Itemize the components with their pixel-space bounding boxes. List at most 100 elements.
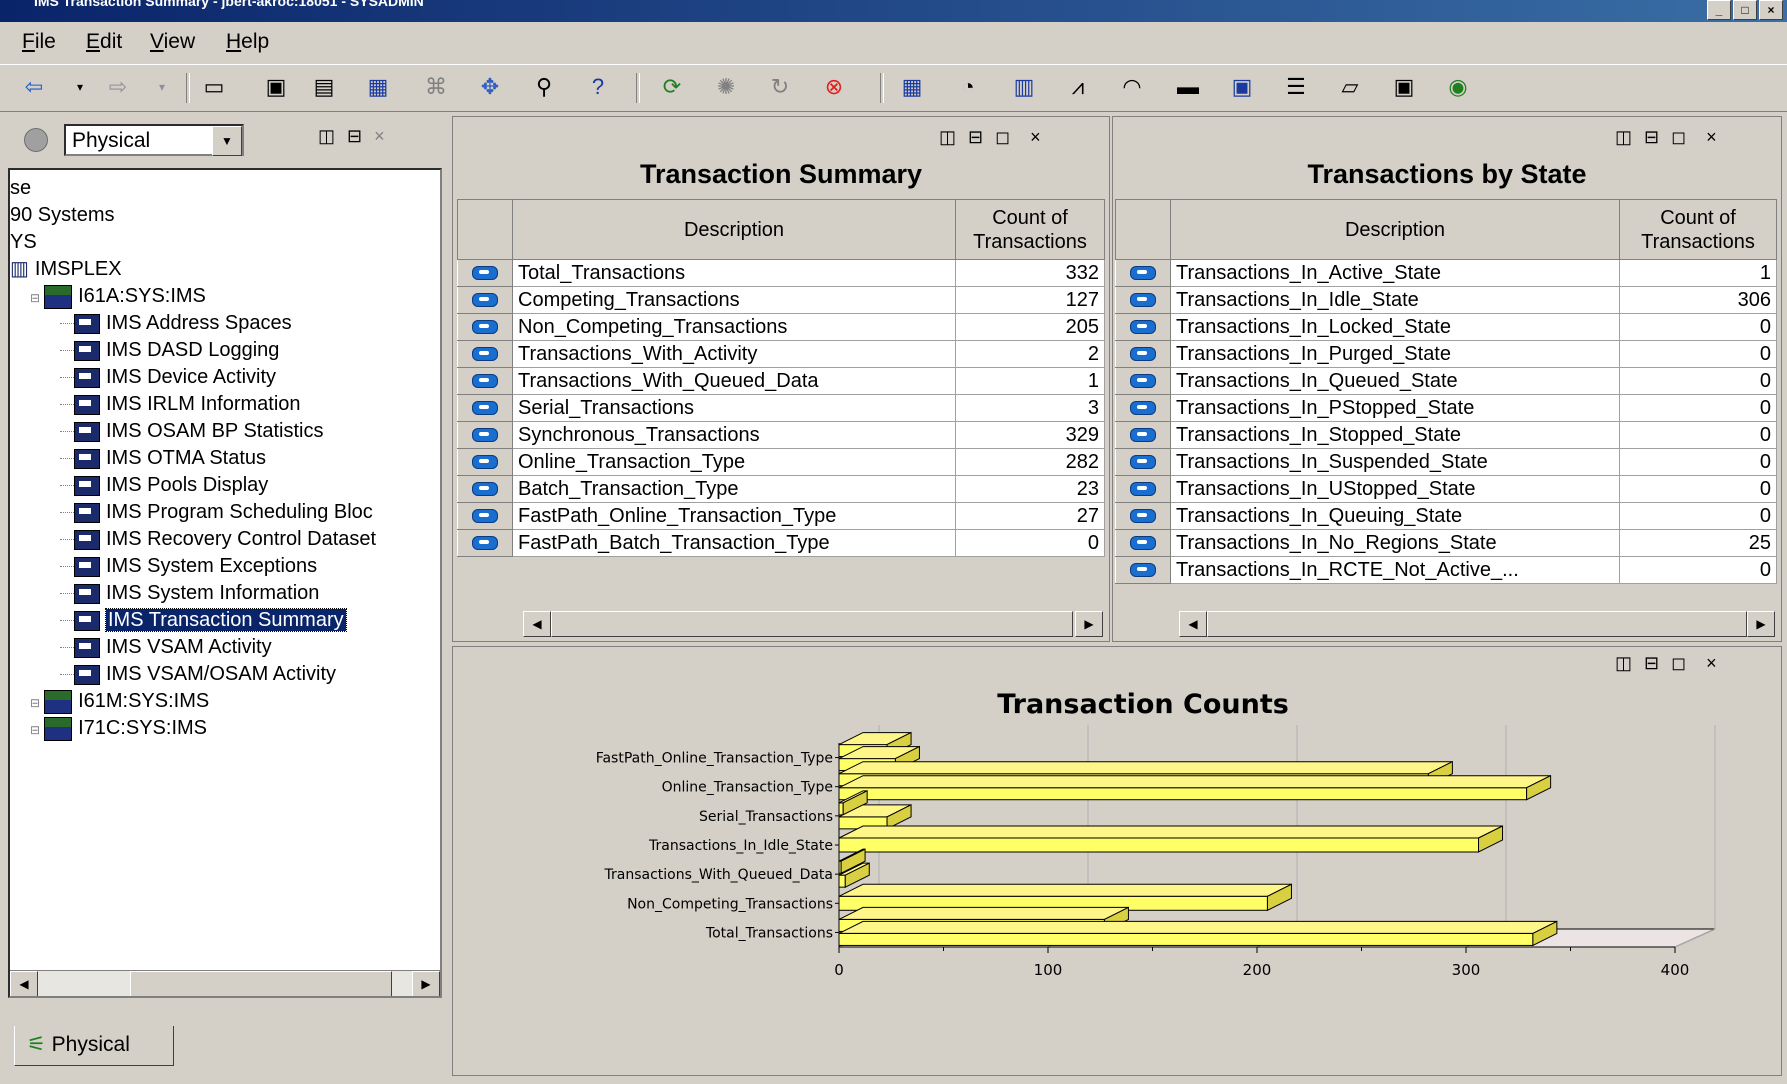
chevron-down-icon[interactable]: ▼ <box>212 126 242 156</box>
plot-chart-icon[interactable]: ⩘ <box>1064 73 1092 101</box>
expand-icon[interactable]: ⊟ <box>30 723 40 737</box>
link-button[interactable] <box>457 313 513 341</box>
link-button[interactable] <box>1115 448 1171 476</box>
table-row[interactable]: Batch_Transaction_Type 23 <box>457 475 1105 503</box>
scroll-right-icon[interactable]: ▶ <box>412 971 440 996</box>
scroll-left-icon[interactable]: ◀ <box>10 971 38 996</box>
tree-node[interactable]: IMS System Information <box>60 581 319 605</box>
table-row[interactable]: Transactions_In_Queuing_State 0 <box>1115 502 1777 530</box>
bystate-hscrollbar[interactable]: ◀ ▶ <box>1179 611 1775 637</box>
link-button[interactable] <box>457 394 513 422</box>
table-row[interactable]: Transactions_In_RCTE_Not_Active_... 0 <box>1115 556 1777 584</box>
table-row[interactable]: Transactions_In_Active_State 1 <box>1115 259 1777 287</box>
split-horizontal-icon[interactable]: ⊟ <box>1644 653 1671 673</box>
tree-node[interactable]: ⊟ I61M:SYS:IMS <box>30 689 209 714</box>
split-horizontal-icon[interactable]: ⊟ <box>1644 127 1671 147</box>
link-button[interactable] <box>1115 556 1171 584</box>
table-row[interactable]: Transactions_With_Activity 2 <box>457 340 1105 368</box>
close-pane-icon[interactable]: × <box>374 126 397 146</box>
tree-node[interactable]: ⊟ I71C:SYS:IMS <box>30 716 207 741</box>
pie-chart-icon[interactable]: ◔ <box>954 73 982 101</box>
table-row[interactable]: Transactions_In_PStopped_State 0 <box>1115 394 1777 422</box>
close-pane-icon[interactable]: × <box>1706 127 1729 147</box>
scroll-left-icon[interactable]: ◀ <box>523 611 551 637</box>
link-button[interactable] <box>1115 394 1171 422</box>
message-log-icon[interactable]: ☰ <box>1282 73 1310 101</box>
summary-hscrollbar[interactable]: ◀ ▶ <box>523 611 1103 637</box>
event-console-icon[interactable]: ▣ <box>1228 73 1256 101</box>
help-icon[interactable]: ? <box>584 73 612 101</box>
link-button[interactable] <box>1115 340 1171 368</box>
table-row[interactable]: Non_Competing_Transactions 205 <box>457 313 1105 341</box>
link-button[interactable] <box>457 340 513 368</box>
link-button[interactable] <box>1115 502 1171 530</box>
maximize-pane-icon[interactable]: ◻ <box>1671 653 1698 673</box>
navigator-view-select[interactable]: Physical ▼ <box>64 124 244 156</box>
table-row[interactable]: Synchronous_Transactions 329 <box>457 421 1105 449</box>
tree-node[interactable]: IMS VSAM/OSAM Activity <box>60 662 336 686</box>
tree-node[interactable]: IMS Address Spaces <box>60 311 292 335</box>
table-row[interactable]: Transactions_In_Purged_State 0 <box>1115 340 1777 368</box>
tree-node[interactable]: IMS VSAM Activity <box>60 635 272 659</box>
stop-icon[interactable]: ⊗ <box>820 73 848 101</box>
scroll-thumb[interactable] <box>130 971 392 996</box>
expand-icon[interactable]: ⊟ <box>30 696 40 710</box>
forward-icon[interactable]: ⇨ <box>104 73 132 101</box>
link-button[interactable] <box>457 475 513 503</box>
split-vertical-icon[interactable]: ◫ <box>318 126 347 146</box>
table-row[interactable]: Transactions_In_Suspended_State 0 <box>1115 448 1777 476</box>
table-row[interactable]: Transactions_In_UStopped_State 0 <box>1115 475 1777 503</box>
gauge-icon[interactable]: ◠ <box>1118 73 1146 101</box>
table-row[interactable]: Transactions_In_Queued_State 0 <box>1115 367 1777 395</box>
tree-node[interactable]: ⊟ I61A:SYS:IMS <box>30 284 206 309</box>
link-button[interactable] <box>1115 367 1171 395</box>
table-row[interactable]: Total_Transactions 332 <box>457 259 1105 287</box>
expand-icon[interactable]: ⊟ <box>30 291 40 305</box>
forward-dropdown-icon[interactable]: ▾ <box>148 73 176 101</box>
split-horizontal-icon[interactable]: ⊟ <box>347 126 374 146</box>
navigator-icon[interactable]: ✥ <box>476 73 504 101</box>
scroll-right-icon[interactable]: ▶ <box>1747 611 1775 637</box>
menu-view[interactable]: View <box>150 30 195 54</box>
reload-icon[interactable]: ↻ <box>766 73 794 101</box>
link-button[interactable] <box>457 502 513 530</box>
table-row[interactable]: FastPath_Batch_Transaction_Type 0 <box>457 529 1105 557</box>
link-button[interactable] <box>457 286 513 314</box>
count-column-header[interactable]: Count of Transactions <box>955 199 1105 260</box>
tree-node[interactable]: se <box>10 176 31 200</box>
table-row[interactable]: Online_Transaction_Type 282 <box>457 448 1105 476</box>
new-workspace-icon[interactable]: ▭ <box>200 73 228 101</box>
tree-node[interactable]: IMS IRLM Information <box>60 392 301 416</box>
refresh-icon[interactable]: ⟳ <box>658 73 686 101</box>
link-icon[interactable]: ⌘ <box>422 73 450 101</box>
table-view-icon[interactable]: ▦ <box>898 73 926 101</box>
close-window-button[interactable]: × <box>1759 0 1783 20</box>
tree-node[interactable]: IMS DASD Logging <box>60 338 279 362</box>
view-properties-icon[interactable]: ▦ <box>364 73 392 101</box>
table-row[interactable]: Transactions_In_Stopped_State 0 <box>1115 421 1777 449</box>
tree-node[interactable]: 90 Systems <box>10 203 114 227</box>
navigator-hscrollbar[interactable]: ◀ ▶ <box>10 970 440 996</box>
tree-node[interactable]: ▥ IMSPLEX <box>10 257 122 281</box>
save-icon[interactable]: ▣ <box>262 73 290 101</box>
minimize-button[interactable]: _ <box>1707 0 1731 20</box>
tree-node[interactable]: IMS Device Activity <box>60 365 276 389</box>
maximize-pane-icon[interactable]: ◻ <box>995 127 1022 147</box>
description-column-header[interactable]: Description <box>512 199 956 260</box>
close-pane-icon[interactable]: × <box>1030 127 1053 147</box>
link-button[interactable] <box>457 529 513 557</box>
link-button[interactable] <box>1115 475 1171 503</box>
split-vertical-icon[interactable]: ◫ <box>1615 127 1644 147</box>
table-row[interactable]: Transactions_In_No_Regions_State 25 <box>1115 529 1777 557</box>
split-vertical-icon[interactable]: ◫ <box>1615 653 1644 673</box>
properties-icon[interactable]: ▤ <box>310 73 338 101</box>
link-button[interactable] <box>1115 529 1171 557</box>
tree-node[interactable]: IMS Pools Display <box>60 473 268 497</box>
tree-node[interactable]: IMS Recovery Control Dataset <box>60 527 376 551</box>
terminal-view-icon[interactable]: ▣ <box>1390 73 1418 101</box>
navigator-tab-physical[interactable]: ⚟ Physical <box>14 1026 174 1066</box>
link-button[interactable] <box>1115 421 1171 449</box>
menu-file[interactable]: File <box>22 30 56 54</box>
browser-icon[interactable]: ◉ <box>1444 73 1472 101</box>
scroll-thumb[interactable] <box>1207 611 1747 637</box>
